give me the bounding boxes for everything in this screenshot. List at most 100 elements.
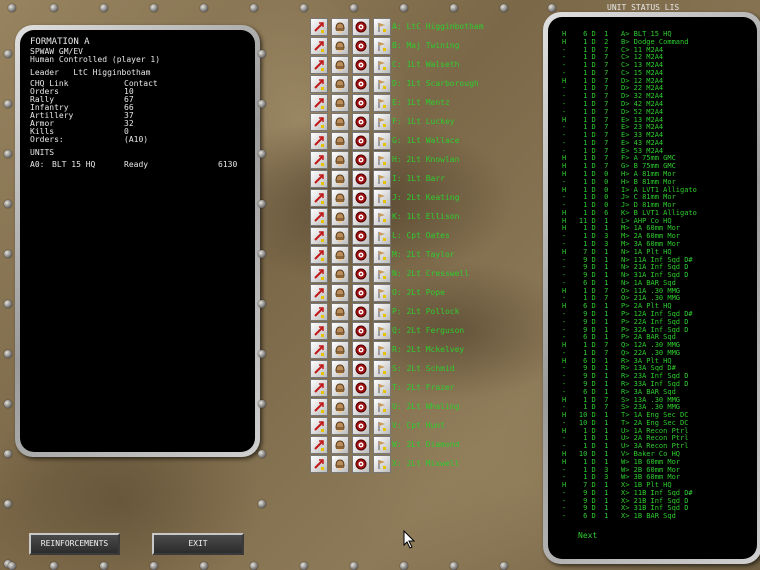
status-row[interactable]: - 1 D 7 Q> 22A .30 MMG <box>562 349 680 357</box>
status-row[interactable]: - 1 D 7 D> 42 M2A4 <box>562 101 663 108</box>
status-row[interactable]: - 1 D 3 M> 3A 60mm Mor <box>562 241 680 248</box>
unit-leader-name[interactable]: X: 2Lt Mixwell <box>392 459 459 468</box>
target-fire-icon[interactable] <box>352 227 370 245</box>
target-fire-icon[interactable] <box>352 303 370 321</box>
unit-leader-name[interactable]: R: 2Lt Mckelvey <box>392 345 464 354</box>
inspect-unit-icon[interactable] <box>331 113 349 131</box>
move-order-icon[interactable] <box>310 341 328 359</box>
move-order-icon[interactable] <box>310 132 328 150</box>
unit-leader-name[interactable]: Q: 2Lt Ferguson <box>392 326 464 335</box>
target-fire-icon[interactable] <box>352 18 370 36</box>
unit-leader-name[interactable]: K: 1Lt Ellison <box>392 212 459 221</box>
rally-flag-icon[interactable] <box>373 94 391 112</box>
unit-leader-name[interactable]: E: 1Lt Mentz <box>392 98 450 107</box>
status-row[interactable]: H 10 D 1 V> Baker Co HQ <box>562 451 680 458</box>
unit-leader-name[interactable]: D: 1Lt Scarborough <box>392 79 479 88</box>
status-row[interactable]: H 1 D 6 K> B LVT1 Alligato <box>562 209 697 217</box>
inspect-unit-icon[interactable] <box>331 455 349 473</box>
target-fire-icon[interactable] <box>352 246 370 264</box>
unit-leader-name[interactable]: G: 1Lt Wallace <box>392 136 459 145</box>
inspect-unit-icon[interactable] <box>331 56 349 74</box>
inspect-unit-icon[interactable] <box>331 303 349 321</box>
unit-leader-name[interactable]: P: 2Lt Pollock <box>392 307 459 316</box>
unit-leader-name[interactable]: F: 1Lt Luckey <box>392 117 455 126</box>
inspect-unit-icon[interactable] <box>331 208 349 226</box>
inspect-unit-icon[interactable] <box>331 227 349 245</box>
inspect-unit-icon[interactable] <box>331 94 349 112</box>
status-row[interactable]: - 9 D 1 R> 33A Inf Sqd D <box>562 381 688 388</box>
rally-flag-icon[interactable] <box>373 18 391 36</box>
move-order-icon[interactable] <box>310 379 328 397</box>
rally-flag-icon[interactable] <box>373 151 391 169</box>
rally-flag-icon[interactable] <box>373 132 391 150</box>
target-fire-icon[interactable] <box>352 151 370 169</box>
inspect-unit-icon[interactable] <box>331 37 349 55</box>
rally-flag-icon[interactable] <box>373 265 391 283</box>
status-row[interactable]: - 1 D 0 H> B 81mm Mor <box>562 178 676 186</box>
target-fire-icon[interactable] <box>352 360 370 378</box>
target-fire-icon[interactable] <box>352 455 370 473</box>
move-order-icon[interactable] <box>310 56 328 74</box>
inspect-unit-icon[interactable] <box>331 246 349 264</box>
unit-leader-name[interactable]: N: 2Lt Cresswell <box>392 269 469 278</box>
move-order-icon[interactable] <box>310 398 328 416</box>
status-row[interactable]: - 1 D 7 C> 15 M2A4 <box>562 69 663 77</box>
move-order-icon[interactable] <box>310 360 328 378</box>
target-fire-icon[interactable] <box>352 113 370 131</box>
inspect-unit-icon[interactable] <box>331 75 349 93</box>
rally-flag-icon[interactable] <box>373 56 391 74</box>
rally-flag-icon[interactable] <box>373 170 391 188</box>
unit-leader-name[interactable]: C: 1Lt Walseth <box>392 60 459 69</box>
rally-flag-icon[interactable] <box>373 341 391 359</box>
unit-leader-name[interactable]: O: 2Lt Pope <box>392 288 445 297</box>
status-row[interactable]: - 9 D 1 P> 22A Inf Sqd D <box>562 318 688 326</box>
unit-leader-name[interactable]: T: 2Lt Frazer <box>392 383 455 392</box>
target-fire-icon[interactable] <box>352 189 370 207</box>
rally-flag-icon[interactable] <box>373 246 391 264</box>
inspect-unit-icon[interactable] <box>331 18 349 36</box>
rally-flag-icon[interactable] <box>373 455 391 473</box>
inspect-unit-icon[interactable] <box>331 341 349 359</box>
status-row[interactable]: H 7 D 1 N> 1A Plt HQ <box>562 248 672 256</box>
target-fire-icon[interactable] <box>352 284 370 302</box>
status-row[interactable]: - 1 D 7 E> 43 M2A4 <box>562 139 663 147</box>
unit-leader-name[interactable]: H: 2Lt Knowlan <box>392 155 459 164</box>
rally-flag-icon[interactable] <box>373 436 391 454</box>
rally-flag-icon[interactable] <box>373 303 391 321</box>
move-order-icon[interactable] <box>310 189 328 207</box>
move-order-icon[interactable] <box>310 37 328 55</box>
status-row[interactable]: - 9 D 1 P> 12A Inf Sqd D# <box>562 311 693 318</box>
move-order-icon[interactable] <box>310 265 328 283</box>
move-order-icon[interactable] <box>310 170 328 188</box>
target-fire-icon[interactable] <box>352 75 370 93</box>
inspect-unit-icon[interactable] <box>331 265 349 283</box>
target-fire-icon[interactable] <box>352 379 370 397</box>
target-fire-icon[interactable] <box>352 436 370 454</box>
move-order-icon[interactable] <box>310 151 328 169</box>
unit-leader-name[interactable]: B: Maj Twining <box>392 41 459 50</box>
inspect-unit-icon[interactable] <box>331 398 349 416</box>
status-row[interactable]: - 9 D 1 X> 11B Inf Sqd D# <box>562 489 693 497</box>
status-row[interactable]: H 1 D 2 B> Dodge Command <box>562 38 688 46</box>
move-order-icon[interactable] <box>310 284 328 302</box>
rally-flag-icon[interactable] <box>373 379 391 397</box>
inspect-unit-icon[interactable] <box>331 360 349 378</box>
target-fire-icon[interactable] <box>352 37 370 55</box>
unit-leader-name[interactable]: L: Cpt Oates <box>392 231 450 240</box>
move-order-icon[interactable] <box>310 18 328 36</box>
move-order-icon[interactable] <box>310 208 328 226</box>
inspect-unit-icon[interactable] <box>331 284 349 302</box>
move-order-icon[interactable] <box>310 246 328 264</box>
rally-flag-icon[interactable] <box>373 398 391 416</box>
rally-flag-icon[interactable] <box>373 208 391 226</box>
status-row[interactable]: H 1 D 1 W> 1B 60mm Mor <box>562 458 680 466</box>
unit-leader-name[interactable]: S: 2Lt Schmid <box>392 364 455 373</box>
unit-leader-name[interactable]: W: 2Lt Diamond <box>392 440 459 449</box>
target-fire-icon[interactable] <box>352 170 370 188</box>
target-fire-icon[interactable] <box>352 56 370 74</box>
unit-leader-name[interactable]: A: LtC Higginbotham <box>392 22 484 31</box>
rally-flag-icon[interactable] <box>373 75 391 93</box>
inspect-unit-icon[interactable] <box>331 132 349 150</box>
move-order-icon[interactable] <box>310 455 328 473</box>
rally-flag-icon[interactable] <box>373 37 391 55</box>
